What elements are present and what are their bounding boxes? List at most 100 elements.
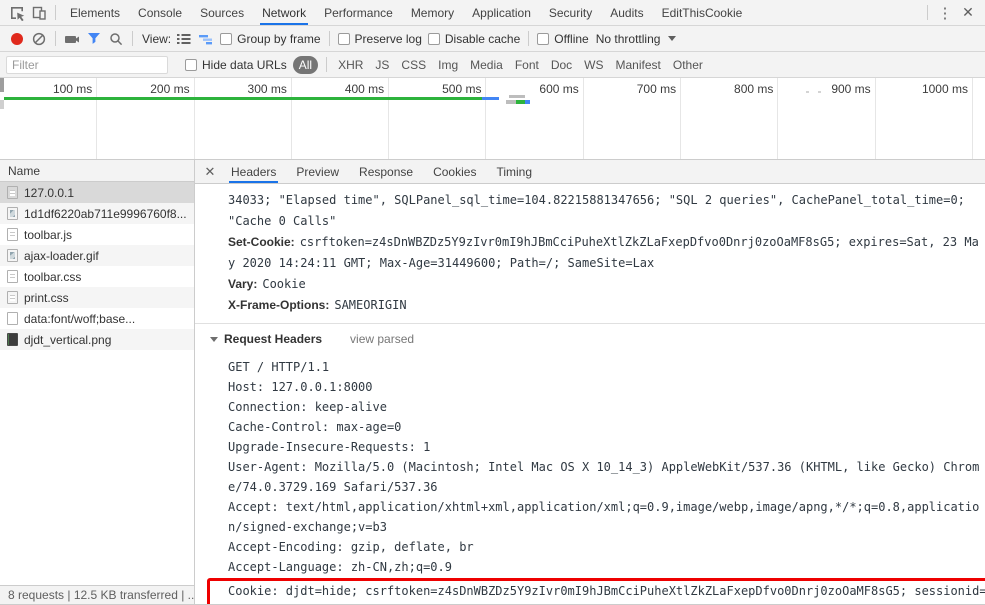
tab-label: Console [138,5,183,20]
resource-filter[interactable]: WS [578,58,609,72]
resource-filter[interactable]: Font [509,58,545,72]
table-row[interactable]: data:font/woff;base... [0,308,194,329]
requests-list: 127.0.0.1 1d1df6220ab711e9996760f8... to… [0,182,194,585]
filter-bar: Hide data URLs All XHR JS CSS Img Media … [0,52,985,78]
hide-data-urls-label: Hide data URLs [202,57,287,72]
details-tab[interactable]: Cookies [423,160,486,183]
divider [132,31,133,46]
divider [528,31,530,46]
divider [55,5,56,20]
tick-label: 600 ms [539,82,579,96]
devtools-tabs: Elements Console Sources Network Perform… [61,0,751,25]
list-view-icon[interactable] [173,28,195,50]
table-row[interactable]: toolbar.css [0,266,194,287]
tick-label: 400 ms [344,82,385,96]
record-network-log-icon[interactable] [6,28,28,50]
devtools-tab[interactable]: Application [463,0,540,25]
timeline-tick: 700 ms [584,78,682,159]
resource-filter[interactable]: JS [369,58,395,72]
file-type-icon [7,291,18,304]
request-header-line: Accept-Encoding: gzip, deflate, br [228,540,474,554]
resource-filter[interactable]: Other [667,58,709,72]
request-name: toolbar.css [24,269,82,284]
offline-checkbox[interactable]: Offline [534,32,591,46]
name-column-header[interactable]: Name [0,160,194,182]
table-row[interactable]: toolbar.js [0,224,194,245]
details-tabs: Headers Preview Response Cookies Timing [221,160,542,183]
close-devtools-icon[interactable]: ✕ [957,4,979,21]
checkbox-icon [185,58,197,71]
details-pane: ✕ Headers Preview Response Cookies Timin… [195,160,985,604]
clear-icon[interactable] [28,28,50,50]
request-header-line: Upgrade-Insecure-Requests: 1 [228,440,431,454]
timeline-tick: 100 ms [0,78,98,159]
devtools-tab[interactable]: Performance [315,0,402,25]
request-header-line: Accept: text/html,application/xhtml+xml,… [228,500,980,534]
request-name: 1d1df6220ab711e9996760f8... [24,206,187,221]
resource-filter[interactable]: Media [464,58,509,72]
devtools-tab[interactable]: Sources [191,0,253,25]
headers-panel[interactable]: 34033; "Elapsed time", SQLPanel_sql_time… [195,184,985,604]
group-by-frame-checkbox[interactable]: Group by frame [217,32,323,46]
resource-filter[interactable]: CSS [395,58,432,72]
resource-filter[interactable]: Manifest [610,58,667,72]
devtools-tab[interactable]: EditThisCookie [653,0,752,25]
divider [326,57,328,72]
devtools-tab[interactable]: Console [129,0,191,25]
resource-filter[interactable]: Img [432,58,464,72]
tab-label: Elements [70,5,121,20]
tick-label: 500 ms [442,82,482,96]
file-type-icon [7,270,18,283]
header-value: 34033; "Elapsed time", SQLPanel_sql_time… [228,193,965,228]
table-row[interactable]: djdt_vertical.png [0,329,194,350]
details-tab[interactable]: Headers [221,160,286,183]
response-header-entry: Vary: Cookie [228,274,985,295]
details-tab[interactable]: Response [349,160,423,183]
tab-label: EditThisCookie [661,5,743,20]
response-header-entry: X-Frame-Options: SAMEORIGIN [228,295,985,316]
request-header-line: Connection: keep-alive [228,400,387,414]
response-header-entry: Set-Cookie: csrftoken=z4sDnWBZDz5Y9zIvr0m… [228,232,985,274]
view-label: View: [142,31,172,46]
search-icon[interactable] [105,28,127,50]
request-headers-section[interactable]: Request Headers view parsed [210,329,985,349]
request-headers-title: Request Headers [224,332,323,346]
devtools-tab[interactable]: Elements [61,0,129,25]
device-toolbar-icon[interactable] [28,2,50,24]
throttling-select[interactable]: No throttling [592,32,681,46]
capture-screenshots-icon[interactable] [61,28,83,50]
table-row[interactable]: ajax-loader.gif [0,245,194,266]
network-toolbar: View: Group by frame Preserve log Disabl… [0,26,985,52]
details-tab[interactable]: Preview [286,160,349,183]
devtools-tab[interactable]: Security [540,0,601,25]
overview-request-dot [806,91,809,93]
network-overview[interactable]: 100 ms 200 ms 300 ms 400 ms 500 ms 600 m… [0,78,985,160]
header-value: SAMEORIGIN [334,298,407,312]
view-parsed-link[interactable]: view parsed [350,332,414,346]
devtools-tabbar: Elements Console Sources Network Perform… [0,0,985,26]
tab-label: Performance [324,5,393,20]
resource-filter[interactable]: Doc [545,58,578,72]
table-row[interactable]: print.css [0,287,194,308]
timeline-tick: 500 ms [389,78,487,159]
details-tab[interactable]: Timing [486,160,542,183]
header-value: csrftoken=z4sDnWBZDz5Y9zIvr0mI9hJBmCciPu… [228,235,979,270]
triangle-down-icon [210,336,218,342]
waterfall-view-icon[interactable] [195,28,217,50]
hide-data-urls-checkbox[interactable]: Hide data URLs [182,58,290,72]
table-row[interactable]: 127.0.0.1 [0,182,194,203]
close-details-icon[interactable]: ✕ [199,164,221,180]
table-row[interactable]: 1d1df6220ab711e9996760f8... [0,203,194,224]
disable-cache-checkbox[interactable]: Disable cache [425,32,523,46]
devtools-tab[interactable]: Audits [601,0,652,25]
devtools-tab[interactable]: Network [253,0,315,25]
filter-icon[interactable] [83,28,105,50]
resource-filter[interactable]: XHR [332,58,369,72]
resource-filter-all[interactable]: All [292,55,319,74]
inspect-element-icon[interactable] [6,2,28,24]
devtools-tab[interactable]: Memory [402,0,463,25]
preserve-log-checkbox[interactable]: Preserve log [335,32,425,46]
filter-input[interactable] [6,55,168,74]
tab-label: Network [262,5,307,20]
more-options-icon[interactable]: ⋮ [935,4,955,22]
